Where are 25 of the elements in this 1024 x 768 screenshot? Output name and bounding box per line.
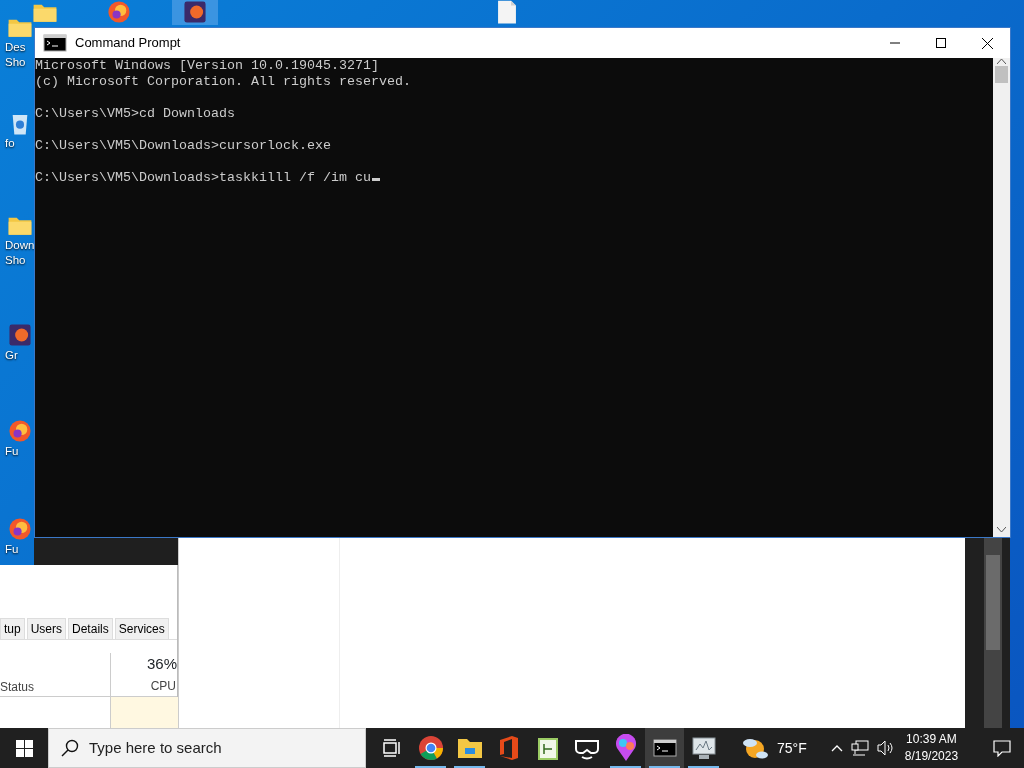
tab[interactable]: tup (0, 618, 25, 639)
cpu-percentage: 36% (146, 655, 177, 672)
tab[interactable]: Users (26, 618, 67, 639)
window-title: Command Prompt (75, 34, 181, 53)
console-line: C:\Users\VM5\Downloads>cursorlock.exe (35, 138, 331, 153)
console-line: Microsoft Windows [Version 10.0.19045.3271] (35, 58, 379, 73)
icon-label[interactable]: Sho (5, 253, 26, 268)
icon-label[interactable]: Gr (5, 348, 18, 363)
console-line: (c) Microsoft Corporation. All rights reserved. (35, 74, 411, 89)
icon-label[interactable]: Fu (5, 542, 19, 557)
clock-time[interactable]: 10:39 AM (904, 731, 959, 748)
temperature[interactable]: 75°F (777, 737, 807, 759)
icon-label[interactable]: fo (5, 136, 15, 151)
tab[interactable]: Details (68, 618, 113, 639)
search-field[interactable]: Type here to search (48, 728, 366, 768)
column-header[interactable]: CPU (150, 677, 176, 695)
icon-label[interactable]: Fu (5, 444, 19, 459)
icon-label[interactable]: Sho (5, 55, 26, 70)
console-line: C:\Users\VM5>cd Downloads (35, 106, 235, 121)
console-line: C:\Users\VM5\Downloads>taskkilll /f /im cu (35, 170, 371, 185)
clock-date[interactable]: 8/19/2023 (904, 748, 959, 765)
icon-label[interactable]: Down (5, 238, 35, 253)
tab[interactable]: Services (114, 618, 169, 639)
icon-label[interactable]: Des (5, 40, 26, 55)
column-header[interactable]: Status (0, 678, 35, 696)
